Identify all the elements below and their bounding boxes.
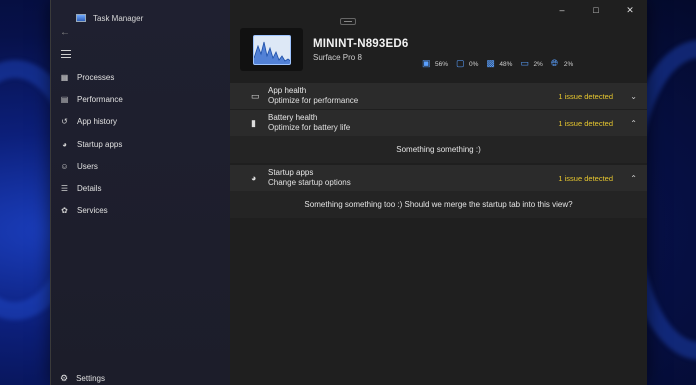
sidebar-item-processes[interactable]: ▦ Processes	[51, 66, 230, 88]
sidebar-item-startup-apps[interactable]: ◕ Startup apps	[51, 133, 230, 155]
app-health-header[interactable]: ▭ App health Optimize for performance 1 …	[230, 83, 647, 109]
ram-icon: ▩	[486, 58, 495, 68]
sidebar-item-label: Processes	[77, 72, 115, 82]
title-bar: Task Manager	[51, 0, 230, 36]
sidebar-item-performance[interactable]: ▤ Performance	[51, 88, 230, 110]
sidebar-item-label: Performance	[77, 94, 123, 104]
battery-icon: ▮	[251, 117, 256, 128]
app-title: Task Manager	[93, 13, 144, 23]
section-subtitle: Optimize for battery life	[268, 123, 351, 132]
maximize-button[interactable]: □	[579, 0, 613, 20]
sidebar-nav: ▦ Processes ▤ Performance ↺ App history …	[51, 66, 230, 222]
startup-apps-section: ◕ Startup apps Change startup options 1 …	[230, 165, 647, 218]
sidebar-item-label: Details	[77, 184, 102, 194]
task-manager-app-icon	[76, 14, 86, 22]
gear-icon: ⚙	[60, 372, 69, 383]
sidebar: Task Manager ← ▦ Processes ▤ Performance…	[51, 0, 230, 385]
speedometer-icon: ◕	[62, 139, 67, 149]
minimize-button[interactable]: –	[545, 0, 579, 20]
window-controls: – □ ✕	[545, 0, 647, 20]
hamburger-menu-icon[interactable]	[61, 50, 71, 61]
performance-thumbnail	[240, 28, 303, 71]
puzzle-icon: ✿	[61, 206, 68, 216]
startup-apps-header[interactable]: ◕ Startup apps Change startup options 1 …	[230, 165, 647, 191]
disk-icon: ▭	[520, 58, 529, 68]
history-icon: ↺	[61, 117, 68, 127]
network-icon: 🌐︎	[550, 58, 559, 68]
memory-chip-icon: ▢	[456, 58, 465, 68]
stat-value: 48%	[499, 61, 513, 68]
sidebar-item-users[interactable]: ☺ Users	[51, 155, 230, 177]
device-header: MININT-N893ED6 Surface Pro 8 ▣ 56% ▢ 0% …	[240, 27, 637, 72]
section-subtitle: Optimize for performance	[268, 96, 359, 105]
stat-value: 2%	[563, 61, 574, 68]
app-health-section: ▭ App health Optimize for performance 1 …	[230, 83, 647, 109]
grid-icon: ▦	[60, 72, 69, 82]
sidebar-item-label: Services	[77, 206, 108, 216]
battery-health-section: ▮ Battery health Optimize for battery li…	[230, 110, 647, 163]
issue-status: 1 issue detected	[558, 91, 613, 101]
main-pane: – □ ✕ MININT-N893ED6 Surface Pro 8 ▣ 56%…	[230, 0, 647, 385]
list-icon: ☰	[60, 184, 69, 194]
stat-network: 🌐︎ 2%	[551, 42, 573, 68]
sidebar-item-label: Startup apps	[77, 139, 123, 149]
device-name: MININT-N893ED6	[313, 37, 409, 50]
performance-graph-icon	[252, 34, 291, 65]
speedometer-icon: ◕	[251, 173, 257, 183]
section-subtitle: Change startup options	[268, 178, 351, 187]
laptop-icon: ▭	[251, 90, 260, 101]
chart-icon: ▤	[60, 94, 69, 104]
chevron-down-icon[interactable]: ⌄	[630, 92, 637, 101]
drag-handle-icon[interactable]	[340, 18, 356, 25]
section-title: App health	[268, 86, 307, 95]
settings-label: Settings	[76, 373, 105, 383]
resource-stats: ▣ 56% ▢ 0% ▩ 48% ▭ 2% 🌐︎ 2%	[422, 42, 581, 68]
sidebar-item-services[interactable]: ✿ Services	[51, 200, 230, 222]
sidebar-item-settings[interactable]: ⚙ Settings	[51, 371, 105, 385]
stat-value: 56%	[435, 61, 449, 68]
device-info: MININT-N893ED6 Surface Pro 8	[313, 38, 408, 62]
sidebar-item-label: App history	[77, 117, 118, 127]
battery-health-body: Something something :)	[230, 136, 647, 163]
section-title: Startup apps	[268, 168, 314, 177]
issue-status: 1 issue detected	[558, 118, 613, 128]
sidebar-item-details[interactable]: ☰ Details	[51, 177, 230, 199]
stat-cpu: ▣ 56%	[422, 42, 448, 68]
stat-value: 0%	[469, 61, 479, 68]
close-button[interactable]: ✕	[613, 0, 647, 20]
stat-ram: ▩ 48%	[486, 42, 512, 68]
chevron-up-icon[interactable]: ⌃	[630, 174, 637, 183]
cpu-icon: ▣	[422, 58, 431, 68]
battery-health-header[interactable]: ▮ Battery health Optimize for battery li…	[230, 110, 647, 136]
chevron-up-icon[interactable]: ⌃	[630, 119, 637, 128]
startup-apps-body: Something something too :) Should we mer…	[230, 191, 647, 218]
task-manager-window: Task Manager ← ▦ Processes ▤ Performance…	[50, 0, 647, 385]
users-icon: ☺	[60, 161, 69, 171]
stat-value: 2%	[533, 61, 543, 68]
sidebar-item-label: Users	[77, 161, 98, 171]
issue-status: 1 issue detected	[558, 173, 613, 183]
stat-memory: ▢ 0%	[456, 42, 478, 68]
back-arrow-icon[interactable]: ←	[60, 27, 70, 38]
sidebar-item-app-history[interactable]: ↺ App history	[51, 111, 230, 133]
device-model: Surface Pro 8	[313, 52, 362, 62]
stat-disk: ▭ 2%	[520, 42, 542, 68]
section-title: Battery health	[268, 113, 318, 122]
